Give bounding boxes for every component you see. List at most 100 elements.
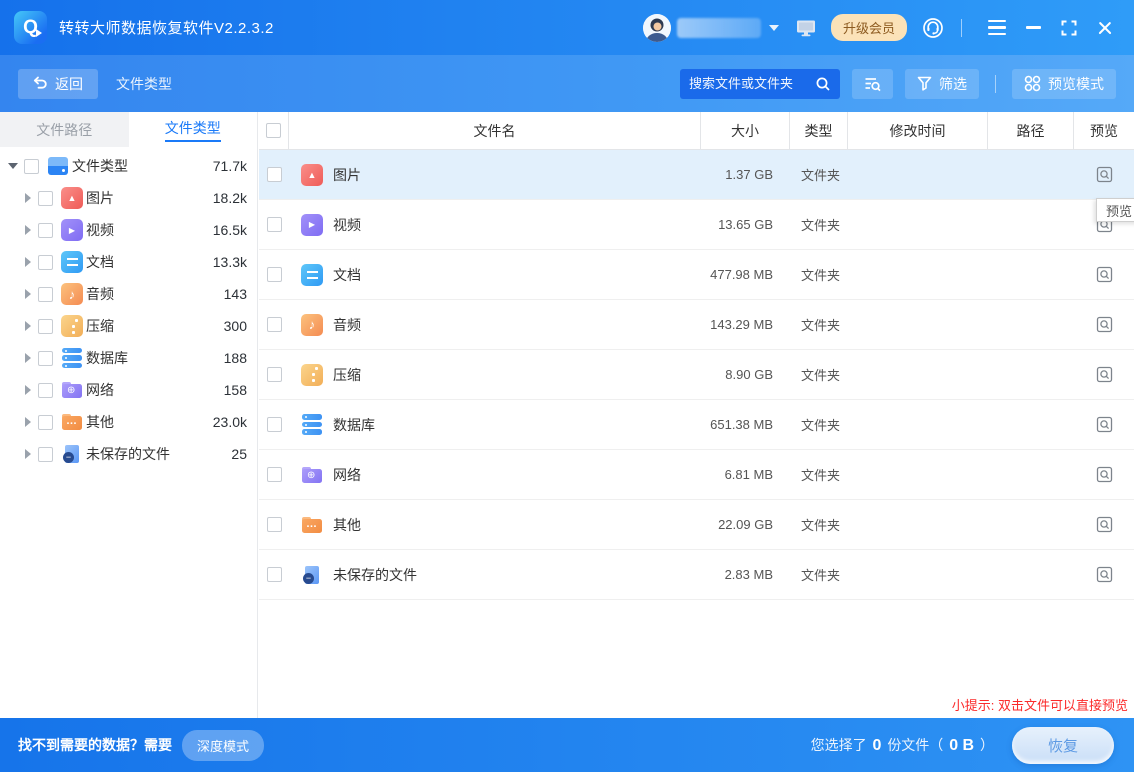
filter-label: 筛选 [939,74,967,94]
checkbox[interactable] [38,415,53,430]
minimize-button[interactable] [1018,13,1048,43]
tree-item-images[interactable]: ▲ 图片 18.2k [0,182,257,214]
table-body: ▲图片1.37 GB文件夹▶视频13.65 GB文件夹文档477.98 MB文件… [259,150,1134,600]
checkbox[interactable] [38,447,53,462]
tree-item-network[interactable]: ⊕ 网络 158 [0,374,257,406]
expand-arrow-icon[interactable] [25,353,31,363]
search-box[interactable] [680,69,840,99]
checkbox[interactable] [38,287,53,302]
checkbox[interactable] [267,567,282,582]
header-name[interactable]: 文件名 [289,112,701,149]
collapse-arrow-icon[interactable] [8,163,18,169]
header-preview[interactable]: 预览 [1074,112,1134,149]
monitor-icon[interactable] [795,18,817,38]
expand-arrow-icon[interactable] [25,449,31,459]
close-button[interactable] [1090,13,1120,43]
checkbox[interactable] [267,417,282,432]
bottombar-right-group: 您选择了 0 份文件（ 0 B ） 恢复 [811,727,1114,764]
preview-button[interactable] [1074,566,1134,583]
tree-root[interactable]: 文件类型 71.7k [0,150,257,182]
checkbox[interactable] [38,351,53,366]
preview-button[interactable] [1074,316,1134,333]
table-row[interactable]: ▲图片1.37 GB文件夹 [259,150,1134,200]
header-size[interactable]: 大小 [701,112,790,149]
preview-button[interactable] [1074,516,1134,533]
checkbox[interactable] [267,217,282,232]
tree-item-documents[interactable]: 文档 13.3k [0,246,257,278]
select-all-checkbox[interactable] [266,123,281,138]
user-name-redacted[interactable] [677,18,761,38]
checkbox[interactable] [267,267,282,282]
search-icon[interactable] [815,76,831,92]
bottom-bar: 找不到需要的数据？需要 深度模式 您选择了 0 份文件（ 0 B ） 恢复 [0,718,1134,772]
tab-file-path[interactable]: 文件路径 [0,112,129,147]
table-row[interactable]: 文档477.98 MB文件夹 [259,250,1134,300]
checkbox[interactable] [267,317,282,332]
tree-item-unsaved[interactable]: − 未保存的文件 25 [0,438,257,470]
table-row[interactable]: ▶视频13.65 GB文件夹 [259,200,1134,250]
file-type-cell: 文件夹 [790,465,848,484]
expand-arrow-icon[interactable] [25,257,31,267]
table-row[interactable]: ♪音频143.29 MB文件夹 [259,300,1134,350]
table-row[interactable]: …其他22.09 GB文件夹 [259,500,1134,550]
tree-count: 300 [224,318,257,334]
support-headset-icon[interactable] [921,16,945,40]
checkbox[interactable] [38,223,53,238]
expand-arrow-icon[interactable] [25,385,31,395]
network-icon: ⊕ [301,464,323,486]
header-type[interactable]: 类型 [790,112,848,149]
filter-icon [917,76,932,91]
table-row[interactable]: ⊕网络6.81 MB文件夹 [259,450,1134,500]
preview-icon [1096,416,1113,433]
network-icon: ⊕ [61,379,83,401]
list-search-button[interactable] [852,69,893,99]
expand-arrow-icon[interactable] [25,417,31,427]
preview-button[interactable] [1074,366,1134,383]
filter-button[interactable]: 筛选 [905,69,979,99]
checkbox[interactable] [267,517,282,532]
row-checkbox-cell [259,517,289,532]
checkbox[interactable] [38,255,53,270]
preview-button[interactable] [1074,166,1134,183]
recover-button[interactable]: 恢复 [1012,727,1114,764]
checkbox[interactable] [267,367,282,382]
table-row[interactable]: 压缩8.90 GB文件夹 [259,350,1134,400]
tree-item-other[interactable]: … 其他 23.0k [0,406,257,438]
avatar[interactable] [643,14,671,42]
file-type-cell: 文件夹 [790,515,848,534]
header-mtime[interactable]: 修改时间 [848,112,988,149]
table-row[interactable]: −未保存的文件2.83 MB文件夹 [259,550,1134,600]
expand-arrow-icon[interactable] [25,321,31,331]
tree-item-archives[interactable]: 压缩 300 [0,310,257,342]
tree-item-databases[interactable]: 数据库 188 [0,342,257,374]
preview-mode-button[interactable]: 预览模式 [1012,69,1116,99]
upgrade-membership-button[interactable]: 升级会员 [831,14,907,41]
preview-button[interactable] [1074,266,1134,283]
back-button[interactable]: 返回 [18,69,98,99]
checkbox[interactable] [38,191,53,206]
tab-file-type[interactable]: 文件类型 [129,112,258,147]
checkbox[interactable] [267,467,282,482]
maximize-button[interactable] [1054,13,1084,43]
document-icon [301,264,323,286]
expand-arrow-icon[interactable] [25,289,31,299]
file-size-cell: 8.90 GB [701,367,790,382]
checkbox[interactable] [38,383,53,398]
checkbox[interactable] [24,159,39,174]
table-row[interactable]: 数据库651.38 MB文件夹 [259,400,1134,450]
row-checkbox-cell [259,367,289,382]
tree-item-videos[interactable]: ▶ 视频 16.5k [0,214,257,246]
checkbox[interactable] [267,167,282,182]
search-input[interactable] [689,76,815,91]
user-caret-icon[interactable] [769,25,779,31]
selection-middle: 份文件（ [887,737,943,753]
menu-button[interactable] [982,13,1012,43]
tree-item-audio[interactable]: ♪ 音频 143 [0,278,257,310]
checkbox[interactable] [38,319,53,334]
expand-arrow-icon[interactable] [25,193,31,203]
header-path[interactable]: 路径 [988,112,1074,149]
deep-mode-button[interactable]: 深度模式 [182,730,264,761]
preview-button[interactable] [1074,416,1134,433]
expand-arrow-icon[interactable] [25,225,31,235]
preview-button[interactable] [1074,466,1134,483]
